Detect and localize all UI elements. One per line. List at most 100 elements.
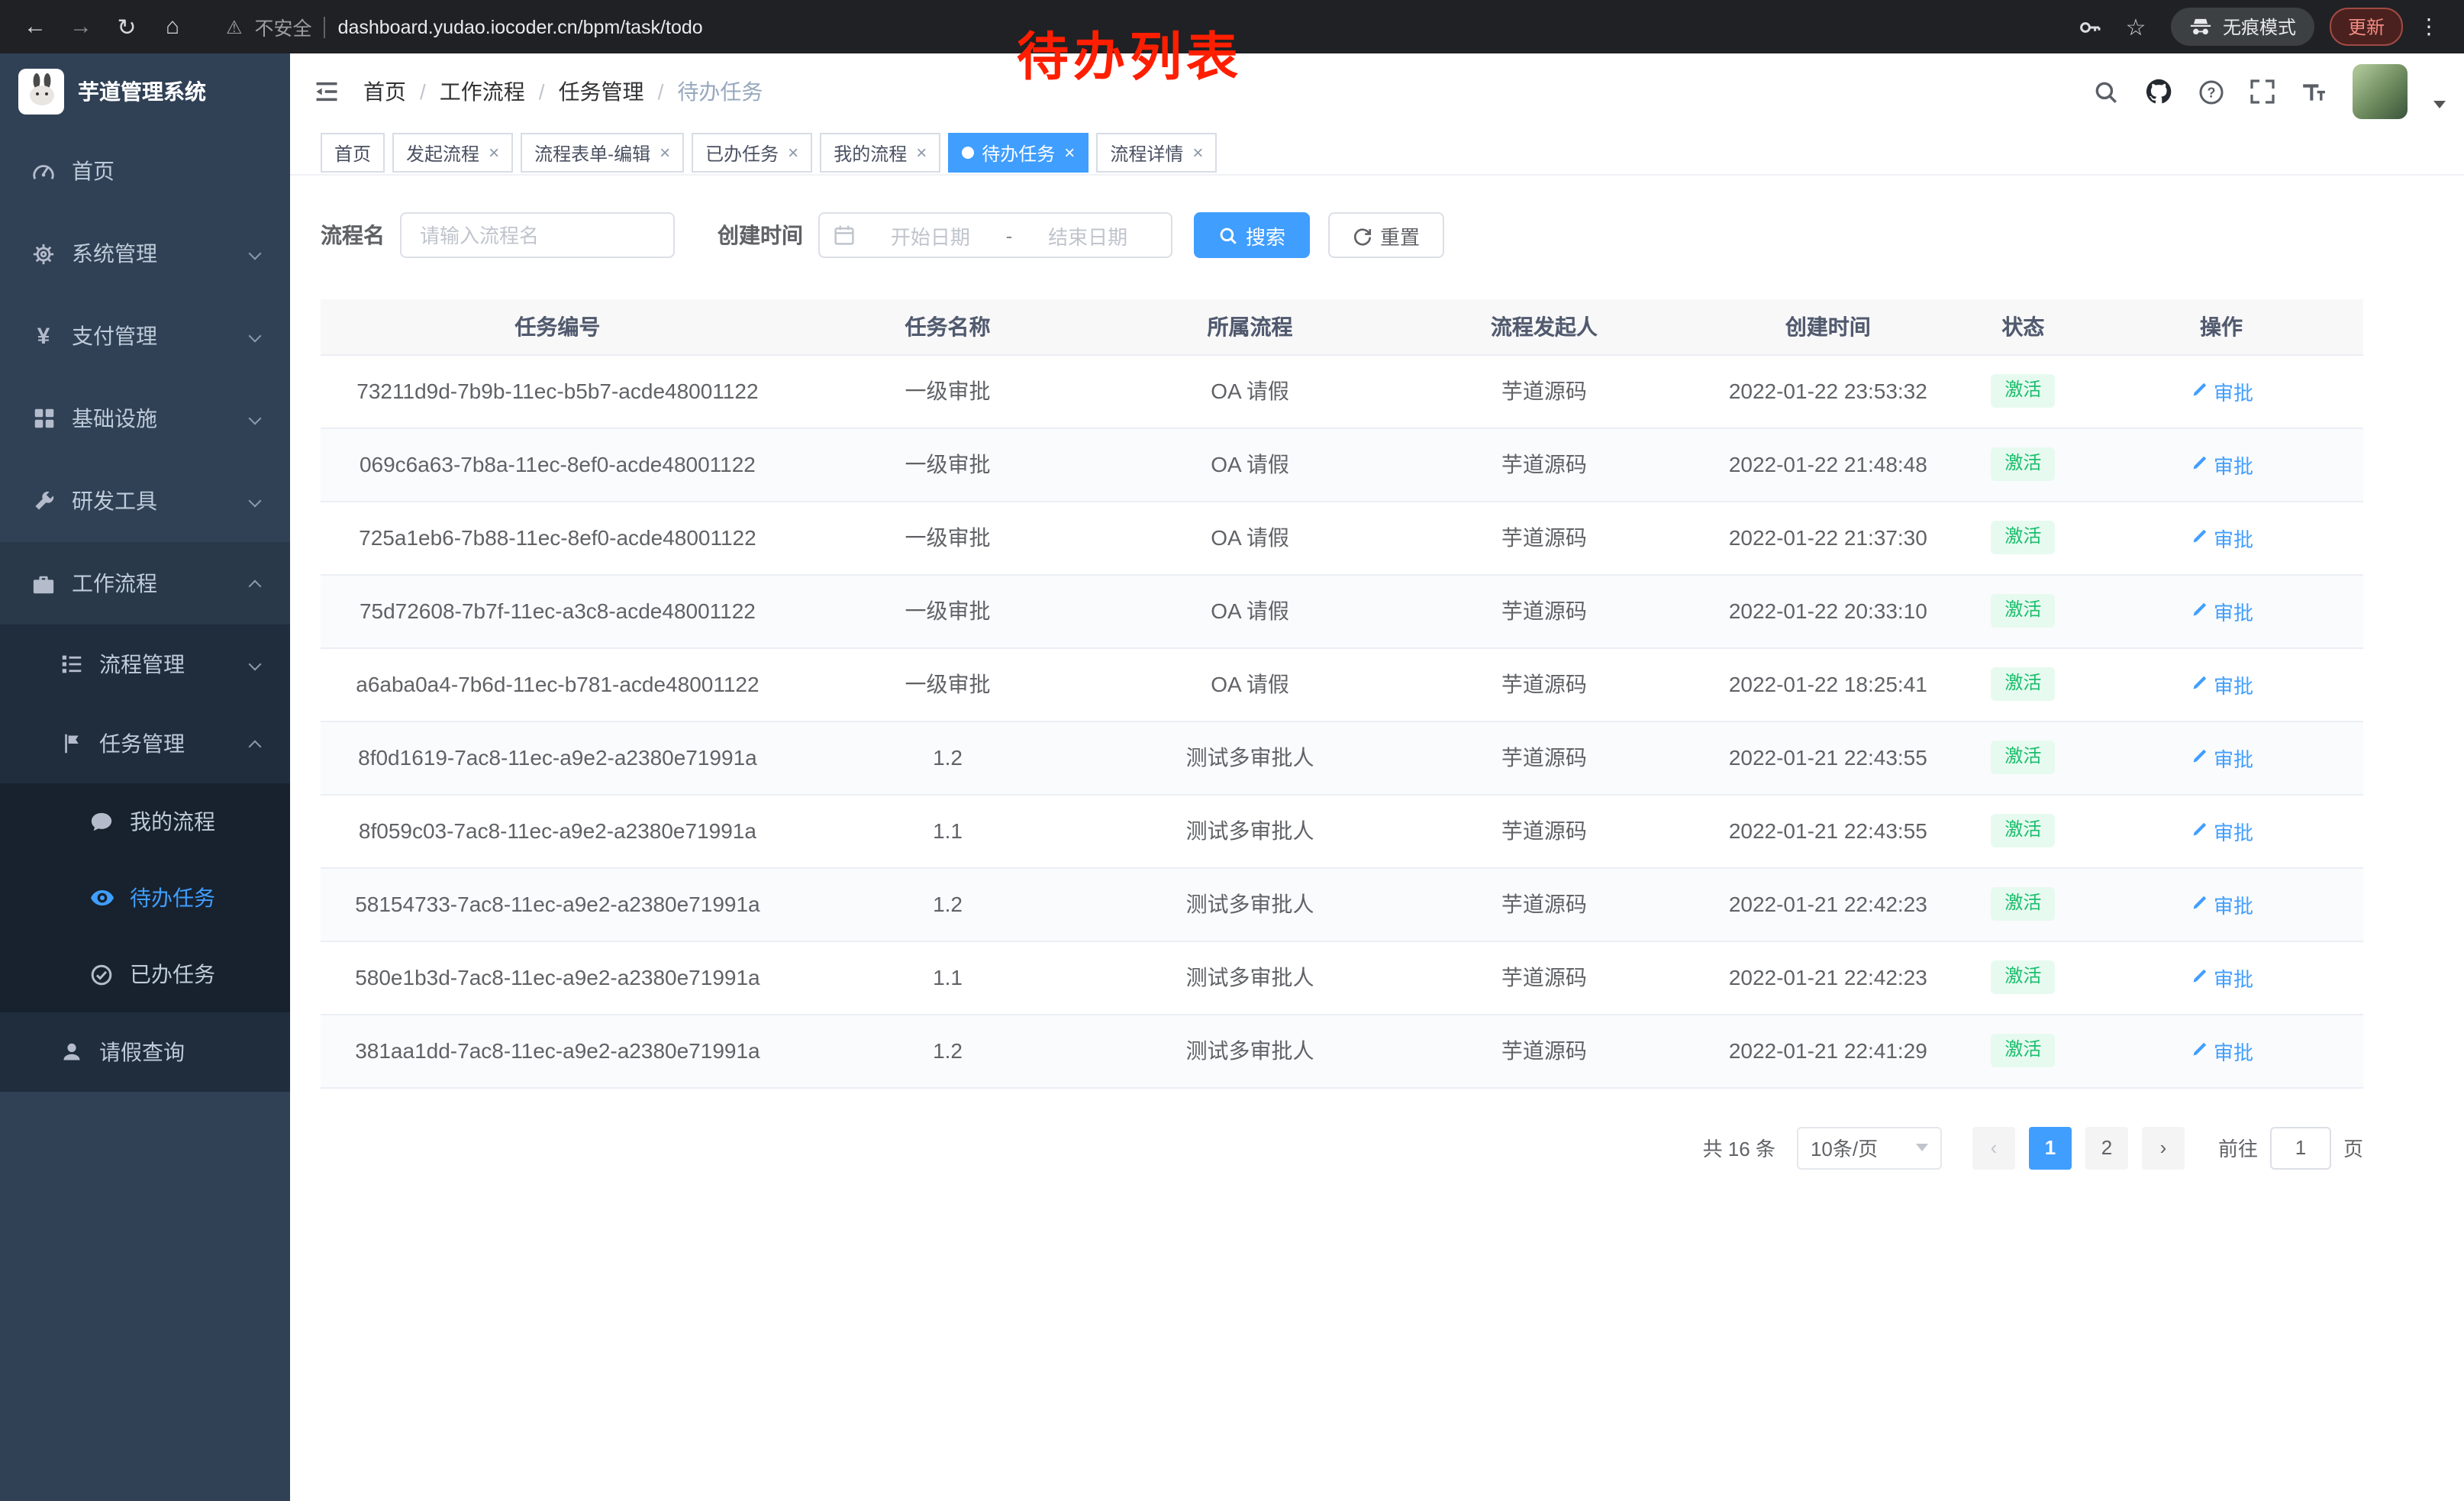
back-icon[interactable]: ← xyxy=(15,7,55,47)
page-button-2[interactable]: 2 xyxy=(2085,1126,2128,1169)
incognito-label: 无痕模式 xyxy=(2223,14,2296,40)
sidebar-item-system[interactable]: 系统管理 xyxy=(0,212,290,295)
tab-todo-tasks[interactable]: 待办任务× xyxy=(948,133,1088,173)
cell-task-name: 一级审批 xyxy=(795,354,1101,428)
avatar[interactable] xyxy=(2353,64,2408,119)
wrench-icon xyxy=(31,490,56,512)
page-button-1[interactable]: 1 xyxy=(2029,1126,2072,1169)
cell-task-id: 725a1eb6-7b88-11ec-8ef0-acde48001122 xyxy=(321,501,795,574)
tab-launch-process[interactable]: 发起流程 × xyxy=(392,133,513,173)
close-icon[interactable]: × xyxy=(1064,142,1075,163)
approve-link[interactable]: 审批 xyxy=(2189,1036,2253,1065)
sidebar-fold-icon[interactable] xyxy=(290,53,363,130)
approve-link[interactable]: 审批 xyxy=(2189,523,2253,552)
refresh-icon[interactable]: ↻ xyxy=(107,7,147,47)
cell-initiator: 芋道源码 xyxy=(1399,428,1689,501)
approve-link[interactable]: 审批 xyxy=(2189,376,2253,405)
sidebar-item-workflow[interactable]: 工作流程 xyxy=(0,542,290,625)
cell-initiator: 芋道源码 xyxy=(1399,941,1689,1014)
sidebar-item-process-management[interactable]: 流程管理 xyxy=(0,625,290,704)
status-badge: 激活 xyxy=(1991,741,2055,773)
next-page-button[interactable]: › xyxy=(2142,1126,2185,1169)
goto-page-input[interactable] xyxy=(2270,1126,2331,1169)
page-size-select[interactable]: 10条/页 xyxy=(1797,1126,1942,1169)
search-button[interactable]: 搜索 xyxy=(1194,212,1310,258)
home-icon[interactable]: ⌂ xyxy=(153,7,192,47)
edit-pencil-icon xyxy=(2189,1041,2208,1060)
fullscreen-icon[interactable] xyxy=(2250,79,2275,104)
search-icon[interactable] xyxy=(2093,79,2119,105)
incognito-icon xyxy=(2189,15,2212,38)
chevron-down-icon xyxy=(249,247,262,260)
range-separator: - xyxy=(1006,224,1013,247)
sidebar-item-task-management[interactable]: 任务管理 xyxy=(0,704,290,783)
yen-icon: ¥ xyxy=(31,323,56,349)
approve-link[interactable]: 审批 xyxy=(2189,963,2253,992)
date-range-picker[interactable]: 开始日期 - 结束日期 xyxy=(818,212,1172,258)
help-icon[interactable]: ? xyxy=(2198,79,2224,105)
cell-task-id: 069c6a63-7b8a-11ec-8ef0-acde48001122 xyxy=(321,428,795,501)
edit-pencil-icon xyxy=(2189,895,2208,913)
tab-label: 发起流程 xyxy=(406,140,479,166)
avatar-caret-icon[interactable] xyxy=(2433,100,2446,108)
approve-link[interactable]: 审批 xyxy=(2189,670,2253,699)
approve-link[interactable]: 审批 xyxy=(2189,889,2253,918)
cell-status: 激活 xyxy=(1967,647,2079,721)
sidebar-item-done-tasks[interactable]: 已办任务 xyxy=(0,936,290,1012)
page-unit-label: 页 xyxy=(2343,1133,2363,1162)
cell-task-name: 一级审批 xyxy=(795,428,1101,501)
font-size-icon[interactable] xyxy=(2301,79,2327,105)
cell-task-id: 8f0d1619-7ac8-11ec-a9e2-a2380e71991a xyxy=(321,721,795,794)
sidebar-item-leave-query[interactable]: 请假查询 xyxy=(0,1012,290,1092)
tab-process-detail[interactable]: 流程详情× xyxy=(1096,133,1217,173)
cell-action: 审批 xyxy=(2079,794,2363,867)
sidebar-item-payment[interactable]: ¥ 支付管理 xyxy=(0,295,290,377)
cell-task-name: 1.2 xyxy=(795,721,1101,794)
app-logo-row[interactable]: 芋道管理系统 xyxy=(0,53,290,130)
cell-process: 测试多审批人 xyxy=(1101,794,1399,867)
tab-my-processes[interactable]: 我的流程× xyxy=(820,133,940,173)
close-icon[interactable]: × xyxy=(788,142,798,163)
page-size-value: 10条/页 xyxy=(1811,1133,1878,1162)
breadcrumb-workflow[interactable]: 工作流程 xyxy=(440,76,525,107)
approve-link[interactable]: 审批 xyxy=(2189,816,2253,845)
close-icon[interactable]: × xyxy=(1192,142,1203,163)
sidebar-item-my-processes[interactable]: 我的流程 xyxy=(0,783,290,860)
sidebar-item-todo-tasks[interactable]: 待办任务 xyxy=(0,860,290,936)
cell-task-id: 75d72608-7b7f-11ec-a3c8-acde48001122 xyxy=(321,574,795,647)
filter-bar: 流程名 创建时间 开始日期 - 结束日期 搜索 重置 xyxy=(321,212,2363,258)
breadcrumb-task-management[interactable]: 任务管理 xyxy=(559,76,644,107)
table-row: 725a1eb6-7b88-11ec-8ef0-acde48001122 一级审… xyxy=(321,501,2363,574)
cell-action: 审批 xyxy=(2079,354,2363,428)
eye-icon xyxy=(89,886,114,910)
update-button[interactable]: 更新 xyxy=(2330,8,2403,46)
tab-home[interactable]: 首页 xyxy=(321,133,385,173)
tab-done-tasks[interactable]: 已办任务× xyxy=(692,133,812,173)
bookmark-star-icon[interactable]: ☆ xyxy=(2116,7,2156,47)
status-badge: 激活 xyxy=(1991,960,2055,993)
sidebar-item-dev-tools[interactable]: 研发工具 xyxy=(0,460,290,542)
prev-page-button[interactable]: ‹ xyxy=(1972,1126,2015,1169)
breadcrumb-home[interactable]: 首页 xyxy=(363,76,406,107)
dashboard-icon xyxy=(31,160,56,182)
create-time-label: 创建时间 xyxy=(718,220,803,250)
sidebar-item-home[interactable]: 首页 xyxy=(0,130,290,212)
sidebar-item-infrastructure[interactable]: 基础设施 xyxy=(0,377,290,460)
col-created: 创建时间 xyxy=(1689,299,1967,354)
app-title: 芋道管理系统 xyxy=(78,76,206,107)
close-icon[interactable]: × xyxy=(916,142,927,163)
approve-link[interactable]: 审批 xyxy=(2189,596,2253,625)
process-name-input[interactable] xyxy=(400,212,675,258)
close-icon[interactable]: × xyxy=(660,142,670,163)
approve-link[interactable]: 审批 xyxy=(2189,450,2253,479)
forward-icon[interactable]: → xyxy=(61,7,101,47)
tab-process-form-edit[interactable]: 流程表单-编辑× xyxy=(521,133,684,173)
close-icon[interactable]: × xyxy=(489,142,499,163)
reset-button[interactable]: 重置 xyxy=(1328,212,1444,258)
cell-initiator: 芋道源码 xyxy=(1399,647,1689,721)
github-icon[interactable] xyxy=(2145,78,2172,105)
menu-dots-icon[interactable]: ⋮ xyxy=(2409,7,2449,47)
key-icon[interactable] xyxy=(2070,7,2110,47)
chevron-down-icon xyxy=(1916,1144,1928,1151)
approve-link[interactable]: 审批 xyxy=(2189,743,2253,772)
